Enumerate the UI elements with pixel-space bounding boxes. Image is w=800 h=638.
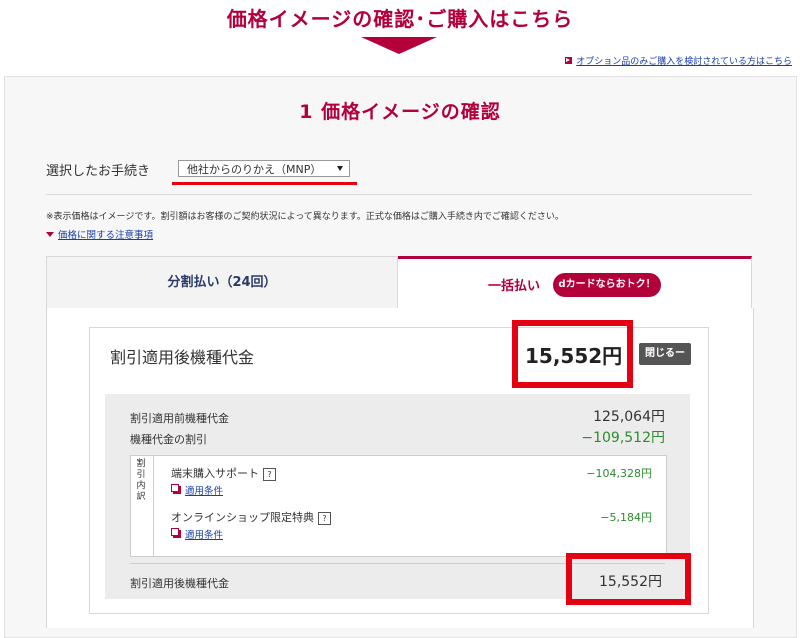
discount-item-value: −104,328円 <box>586 467 652 480</box>
price-caution-link-text[interactable]: 価格に関する注意事項 <box>58 227 153 241</box>
section-title: 1 価格イメージの確認 <box>299 101 501 123</box>
apply-condition-link[interactable]: 適用条件 <box>171 527 223 541</box>
card-title: 割引適用後機種代金 <box>110 348 255 367</box>
help-icon[interactable]: ? <box>318 511 331 525</box>
apply-condition-link[interactable]: 適用条件 <box>171 483 223 497</box>
discount-item-name: 端末購入サポート <box>171 467 259 480</box>
option-only-link[interactable]: オプション品のみご購入を検討されている方はこちら <box>565 54 792 67</box>
discount-item: オンラインショップ限定特典? <box>171 509 331 525</box>
discount-item: 端末購入サポート? <box>171 465 276 481</box>
before-discount-value: 125,064円 <box>593 409 665 425</box>
page-header-title: 価格イメージの確認･ご購入はこちら <box>226 7 574 31</box>
help-icon[interactable]: ? <box>263 467 276 481</box>
apply-condition-link-text[interactable]: 適用条件 <box>185 527 223 541</box>
highlight-box-total <box>566 553 691 605</box>
dcard-badge[interactable]: dカードならおトク！ <box>553 273 661 297</box>
breakdown-divider <box>153 455 154 556</box>
divider <box>46 194 752 195</box>
close-button[interactable]: 閉じるー <box>639 343 691 365</box>
before-discount-label: 割引適用前機種代金 <box>130 412 229 425</box>
discount-item-value: −5,184円 <box>600 511 652 524</box>
apply-condition-link-text[interactable]: 適用条件 <box>185 483 223 497</box>
tab-lump-sum-label: 一括払い <box>488 279 541 294</box>
arrow-square-icon <box>565 57 573 64</box>
payment-tabs: 分割払い（24回） 一括払い dカードならおトク！ <box>46 256 752 308</box>
discount-label: 機種代金の割引 <box>130 433 207 446</box>
discount-item-name: オンラインショップ限定特典 <box>171 511 314 524</box>
procedure-label: 選択したお手続き <box>46 164 151 179</box>
caret-down-icon <box>337 166 343 171</box>
window-icon <box>171 528 181 538</box>
price-note: ※表示価格はイメージです。割引額はお客様のご契約状況によって異なります。正式な価… <box>46 212 564 222</box>
highlight-underline <box>172 182 357 185</box>
window-icon <box>171 484 181 494</box>
procedure-select-value: 他社からのりかえ（MNP） <box>187 163 322 176</box>
tab-lump-sum[interactable]: 一括払い dカードならおトク！ <box>398 256 752 308</box>
tab-installment[interactable]: 分割払い（24回） <box>46 256 398 308</box>
after-discount-label: 割引適用後機種代金 <box>130 577 229 590</box>
triangle-down-icon <box>46 231 54 237</box>
breakdown-label: 割引内訳 <box>136 459 146 502</box>
procedure-select[interactable]: 他社からのりかえ（MNP） <box>178 160 350 177</box>
down-arrow-icon <box>361 37 437 54</box>
option-only-link-text[interactable]: オプション品のみご購入を検討されている方はこちら <box>576 54 792 67</box>
discount-value: −109,512円 <box>581 430 665 446</box>
price-caution-link[interactable]: 価格に関する注意事項 <box>46 227 153 241</box>
highlight-box-price <box>512 320 633 388</box>
